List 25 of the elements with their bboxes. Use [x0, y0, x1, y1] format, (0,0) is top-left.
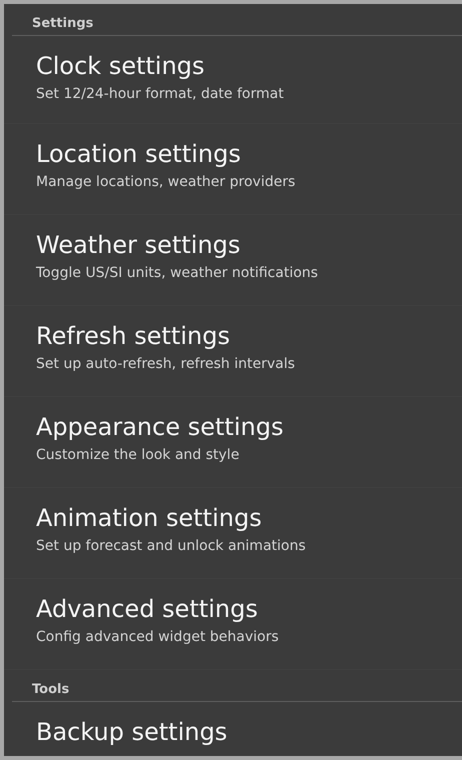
item-title: Weather settings [36, 230, 242, 261]
settings-list-item[interactable]: Animation settings Set up forecast and unlock animations [4, 488, 462, 579]
item-subtitle: Set up forecast and unlock animations [36, 537, 307, 556]
section-header: Settings [32, 16, 94, 31]
item-title: Advanced settings [36, 594, 259, 625]
item-subtitle: Config advanced widget behaviors [36, 628, 280, 647]
settings-list-item[interactable]: Clock settings Set 12/24-hour format, date format [4, 36, 462, 124]
item-subtitle: Set up auto-refresh, refresh intervals [36, 355, 296, 374]
settings-list-item[interactable]: Backup settings [4, 702, 462, 756]
item-subtitle: Customize the look and style [36, 446, 240, 465]
item-title: Location settings [36, 139, 242, 170]
settings-list-item[interactable]: Location settings Manage locations, weather providers [4, 124, 462, 215]
settings-list-item[interactable]: Weather settings Toggle US/SI units, weather notifications [4, 215, 462, 306]
item-subtitle: Set 12/24-hour format, date format [36, 85, 285, 104]
item-title: Refresh settings [36, 321, 231, 352]
settings-list-item[interactable]: Appearance settings Customize the look and style [4, 397, 462, 488]
item-subtitle: Toggle US/SI units, weather notifications [36, 264, 319, 283]
item-title: Backup settings [36, 717, 228, 748]
item-title: Appearance settings [36, 412, 284, 443]
item-subtitle: Manage locations, weather providers [36, 173, 296, 192]
item-title: Animation settings [36, 503, 263, 534]
settings-list-item[interactable]: Advanced settings Config advanced widget behaviors [4, 579, 462, 670]
section-header: Tools [32, 682, 70, 697]
item-title: Clock settings [36, 51, 206, 82]
settings-list-item[interactable]: Refresh settings Set up auto-refresh, refresh intervals [4, 306, 462, 397]
